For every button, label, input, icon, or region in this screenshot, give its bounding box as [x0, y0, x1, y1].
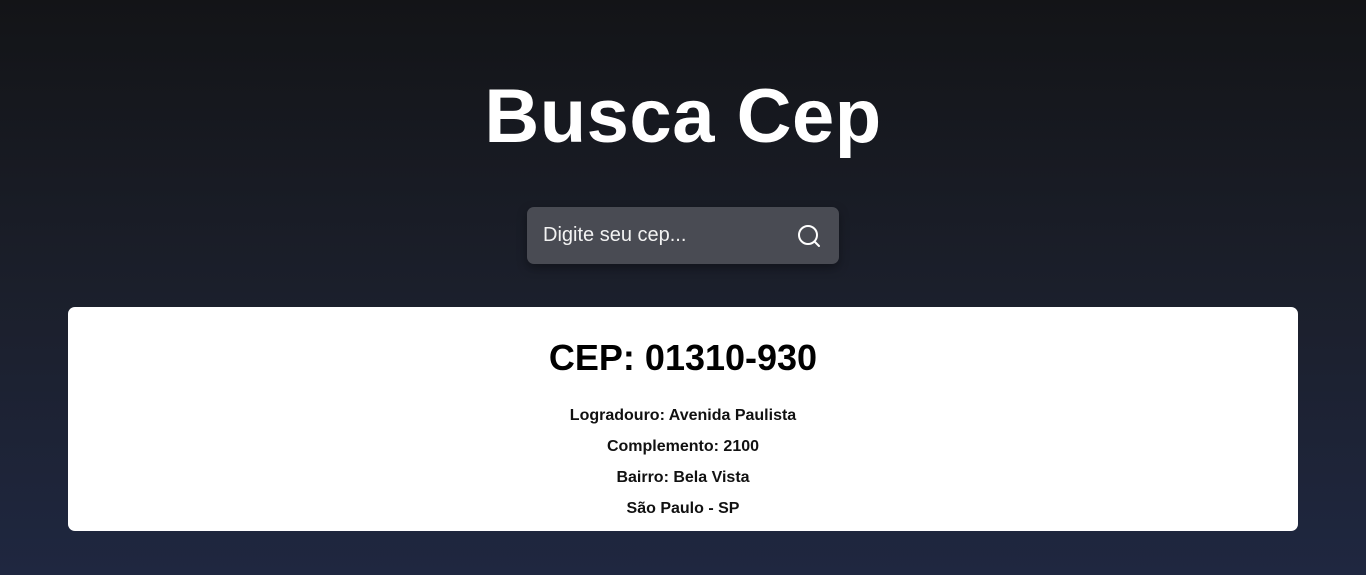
- result-card: CEP: 01310-930 Logradouro: Avenida Pauli…: [68, 307, 1298, 531]
- cep-heading: CEP: 01310-930: [548, 337, 818, 378]
- page-title: Busca Cep: [484, 74, 882, 159]
- search-button[interactable]: [793, 220, 825, 252]
- cep-search-input[interactable]: [527, 207, 783, 264]
- search-icon: [798, 225, 820, 247]
- complemento-text: Complemento: 2100: [606, 438, 760, 455]
- logradouro-text: Logradouro: Avenida Paulista: [569, 407, 797, 424]
- city-state-text: São Paulo - SP: [626, 500, 740, 517]
- bairro-text: Bairro: Bela Vista: [616, 469, 750, 486]
- search-bar: [527, 207, 839, 264]
